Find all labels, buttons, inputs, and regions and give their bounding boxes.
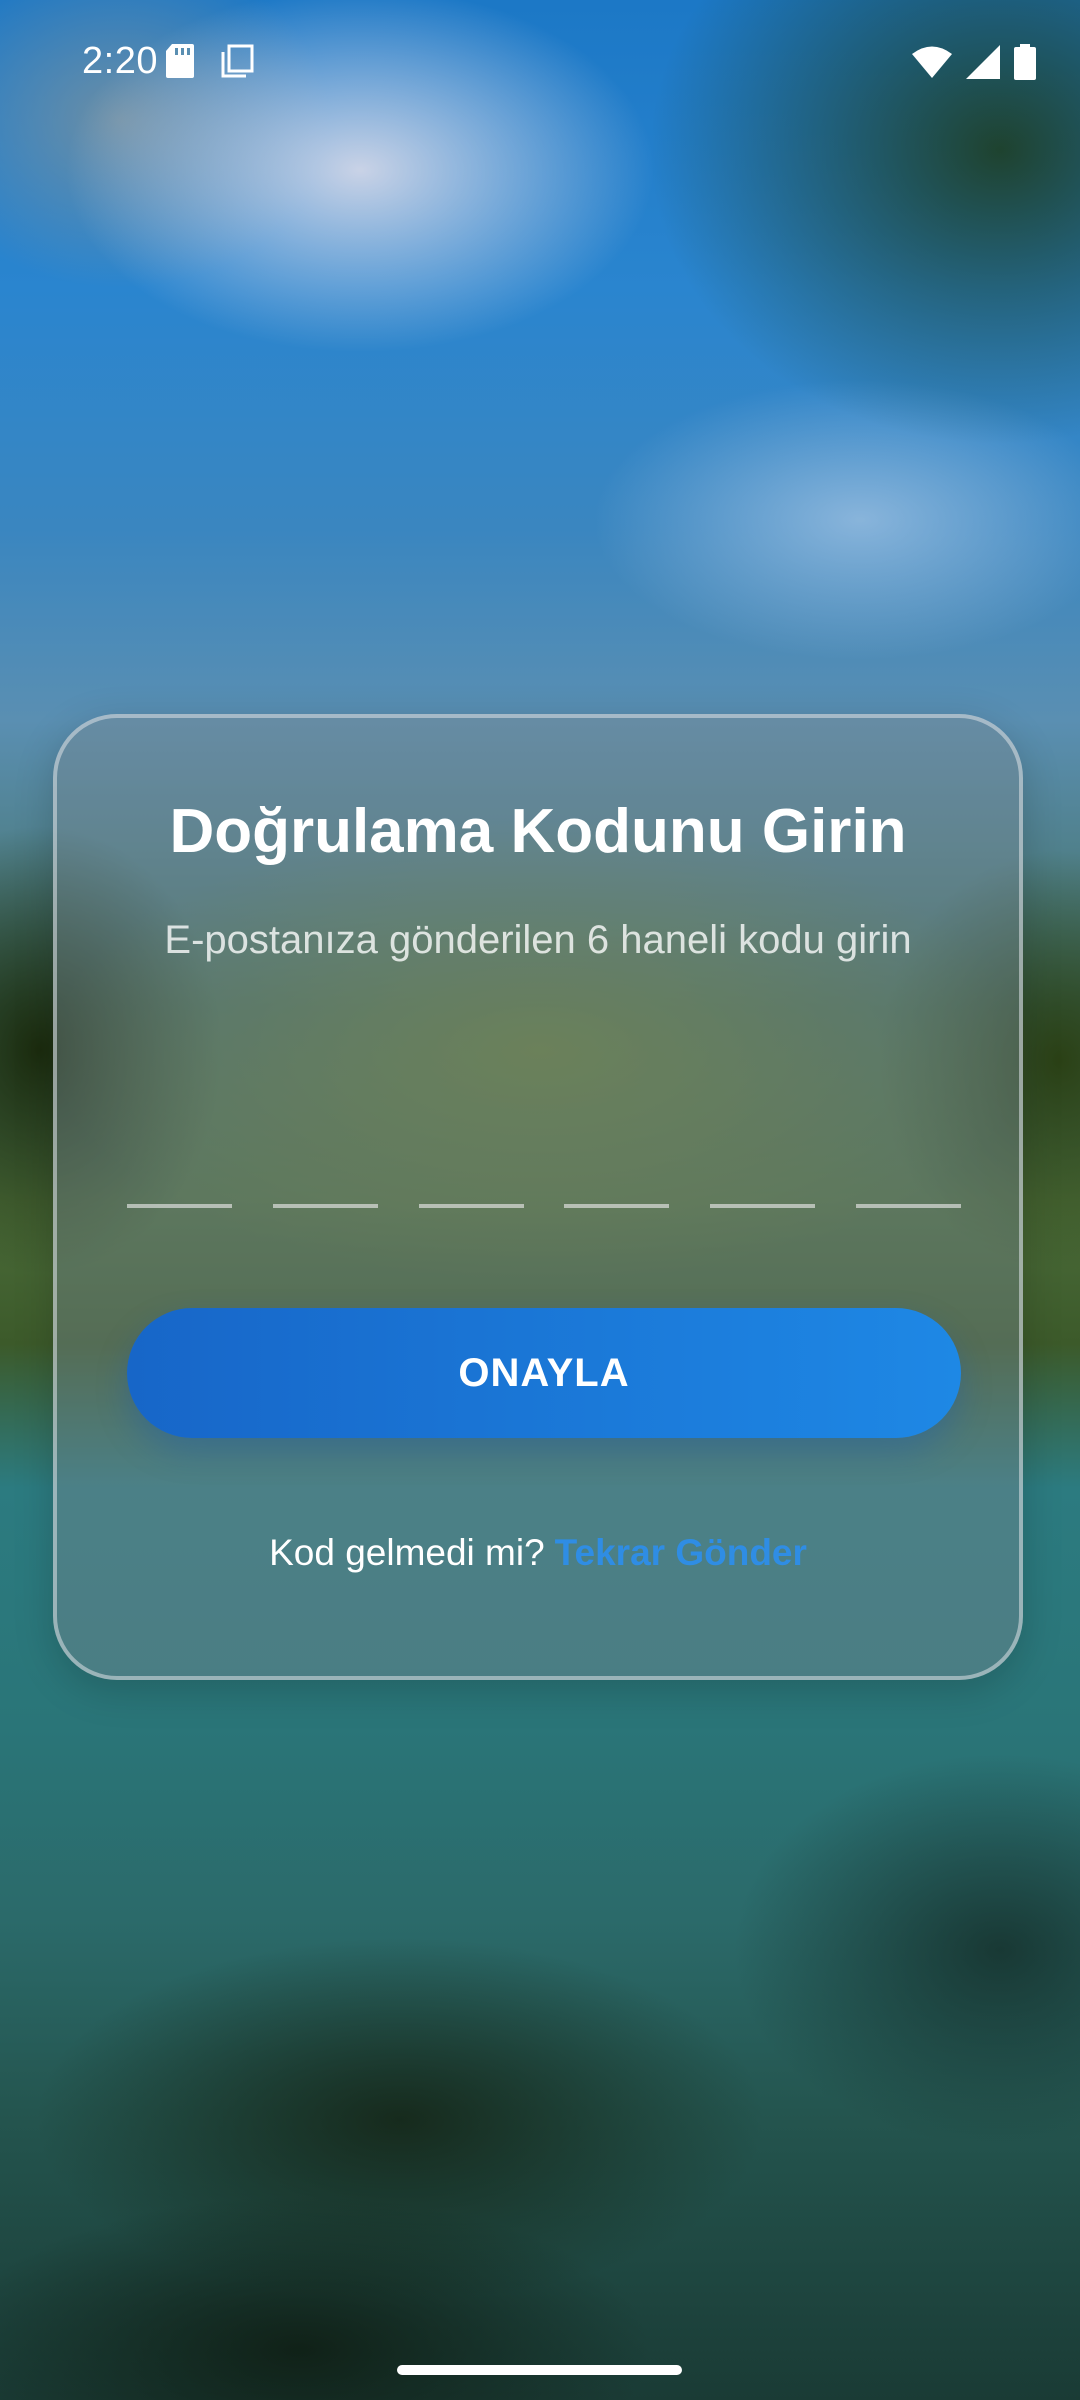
page-title: Doğrulama Kodunu Girin: [169, 797, 907, 866]
status-icons-right: [912, 44, 1036, 85]
home-indicator[interactable]: [397, 2365, 682, 2375]
otp-digit-5[interactable]: [710, 1108, 816, 1208]
otp-digit-2[interactable]: [272, 1108, 378, 1208]
signal-icon: [966, 45, 1000, 84]
otp-digit-4[interactable]: [564, 1108, 670, 1208]
instruction-text: E-postanıza gönderilen 6 haneli kodu gir…: [164, 918, 912, 962]
otp-digit-1[interactable]: [127, 1108, 232, 1208]
verification-card: Doğrulama Kodunu Girin E-postanıza gönde…: [53, 714, 1023, 1680]
resend-prompt: Kod gelmedi mi?: [269, 1532, 545, 1573]
battery-icon: [1014, 44, 1036, 85]
resend-row: Kod gelmedi mi? Tekrar Gönder: [57, 1532, 1019, 1574]
verification-screen: 2:20 Doğrulama Kodunu Girin E-postanıza …: [0, 0, 1080, 2400]
otp-digit-6[interactable]: [855, 1108, 961, 1208]
sd-card-icon: [166, 44, 194, 83]
copy-icon: [220, 44, 254, 83]
otp-input-row: [127, 1108, 961, 1208]
confirm-button[interactable]: ONAYLA: [127, 1308, 961, 1438]
status-icons-left: [166, 44, 254, 83]
status-bar: 2:20: [0, 0, 1080, 126]
resend-link[interactable]: Tekrar Gönder: [555, 1532, 807, 1573]
status-time: 2:20: [82, 40, 158, 82]
wifi-icon: [912, 45, 952, 84]
otp-digit-3[interactable]: [418, 1108, 524, 1208]
